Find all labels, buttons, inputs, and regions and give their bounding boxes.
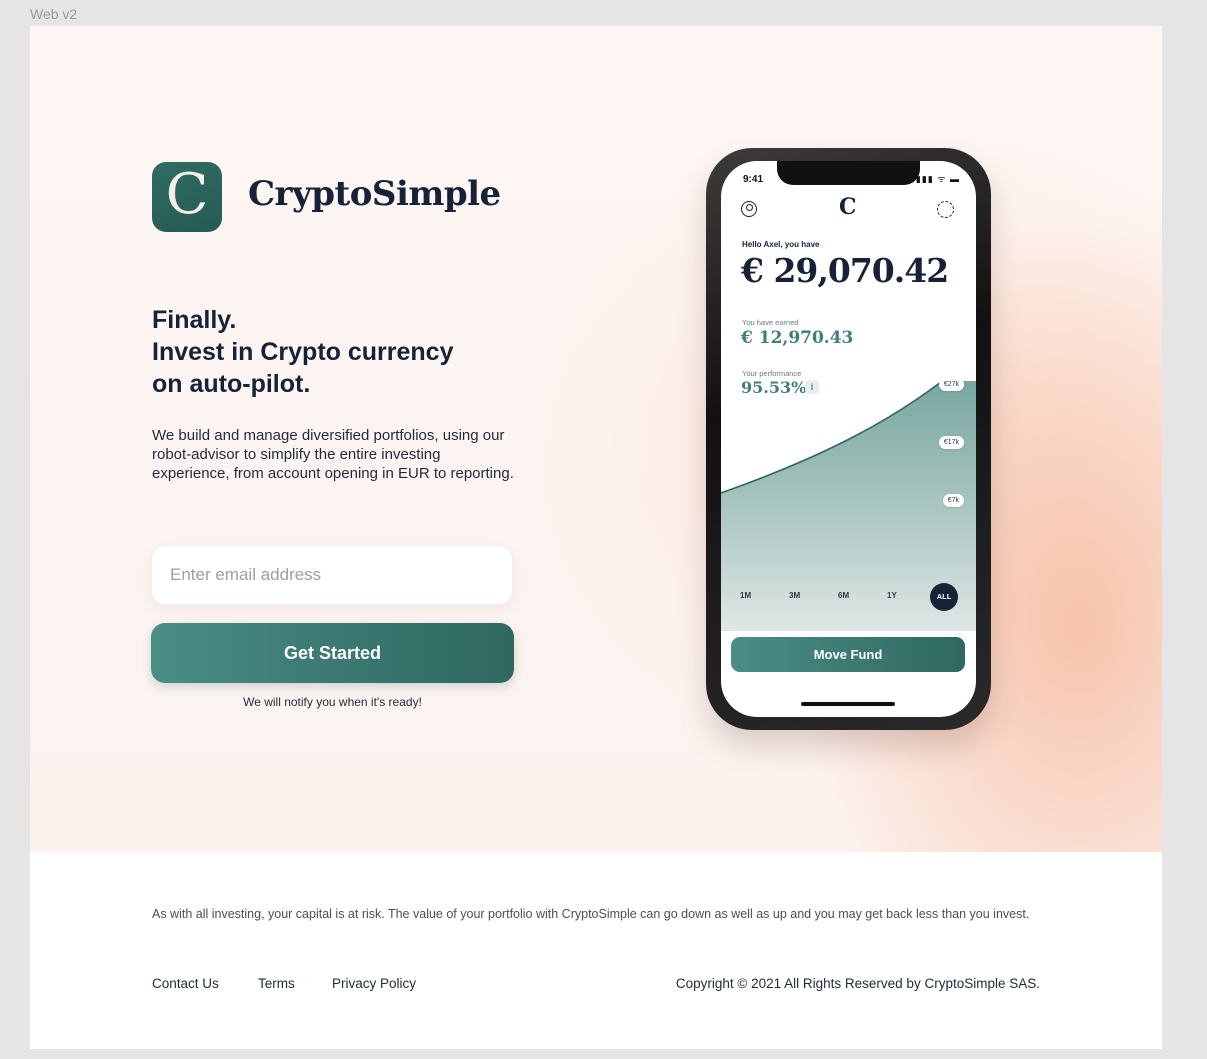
logo-letter: C: [165, 162, 209, 227]
greeting: Hello Axel, you have: [742, 240, 820, 249]
email-placeholder: Enter email address: [170, 565, 322, 584]
settings-icon[interactable]: [937, 201, 954, 218]
move-fund-button[interactable]: Move Fund: [731, 637, 965, 672]
notify-text: We will notify you when it's ready!: [243, 695, 422, 709]
chart-chip-7k: €7k: [942, 494, 964, 507]
range-6m[interactable]: 6M: [838, 591, 849, 600]
phone-screen: 9:41 ▮▮▮ ᯤ ▬ C Hello Axel, you have € 29…: [721, 161, 976, 717]
brand-name: CryptoSimple: [248, 174, 501, 214]
copyright: Copyright © 2021 All Rights Reserved by …: [675, 976, 1040, 991]
headline-line-2: Invest in Crypto currency: [152, 338, 454, 366]
brand-logo[interactable]: C: [152, 162, 222, 232]
range-all[interactable]: ALL: [930, 583, 958, 611]
home-indicator: [801, 702, 895, 706]
headline-line-3: on auto-pilot.: [152, 370, 311, 398]
landing-page: C CryptoSimple Finally. Invest in Crypto…: [30, 26, 1162, 1049]
status-icons: ▮▮▮ ᯤ ▬: [915, 174, 960, 184]
terms-link[interactable]: Terms: [258, 976, 295, 991]
hero-headline: Finally. Invest in Crypto currency on au…: [152, 304, 532, 400]
chart-chip-17k: €17k: [938, 436, 964, 449]
status-time: 9:41: [743, 174, 764, 185]
phone-mockup: 9:41 ▮▮▮ ᯤ ▬ C Hello Axel, you have € 29…: [706, 148, 991, 730]
balance-amount: € 29,070.42: [741, 251, 949, 290]
range-1m[interactable]: 1M: [740, 591, 751, 600]
user-icon[interactable]: [741, 201, 757, 217]
chart-chip-27k: €27k: [938, 378, 964, 391]
get-started-button[interactable]: Get Started: [151, 623, 514, 683]
contact-us-link[interactable]: Contact Us: [152, 976, 219, 991]
earned-amount: € 12,970.43: [741, 328, 854, 348]
privacy-policy-link[interactable]: Privacy Policy: [332, 976, 416, 991]
earned-label: You have earned: [742, 318, 799, 327]
hero-section: C CryptoSimple Finally. Invest in Crypto…: [30, 26, 1162, 852]
frame-label: Web v2: [30, 6, 78, 22]
performance-label: Your performance: [742, 369, 802, 378]
range-3m[interactable]: 3M: [789, 591, 800, 600]
range-1y[interactable]: 1Y: [887, 591, 897, 600]
phone-notch: [777, 161, 920, 185]
app-logo: C: [839, 194, 857, 220]
email-input[interactable]: Enter email address: [151, 545, 513, 605]
time-range-selector: 1M 3M 6M 1Y ALL: [721, 583, 976, 613]
headline-line-1: Finally.: [152, 306, 237, 334]
risk-disclaimer: As with all investing, your capital is a…: [152, 907, 1030, 921]
hero-description: We build and manage diversified portfoli…: [152, 427, 514, 482]
